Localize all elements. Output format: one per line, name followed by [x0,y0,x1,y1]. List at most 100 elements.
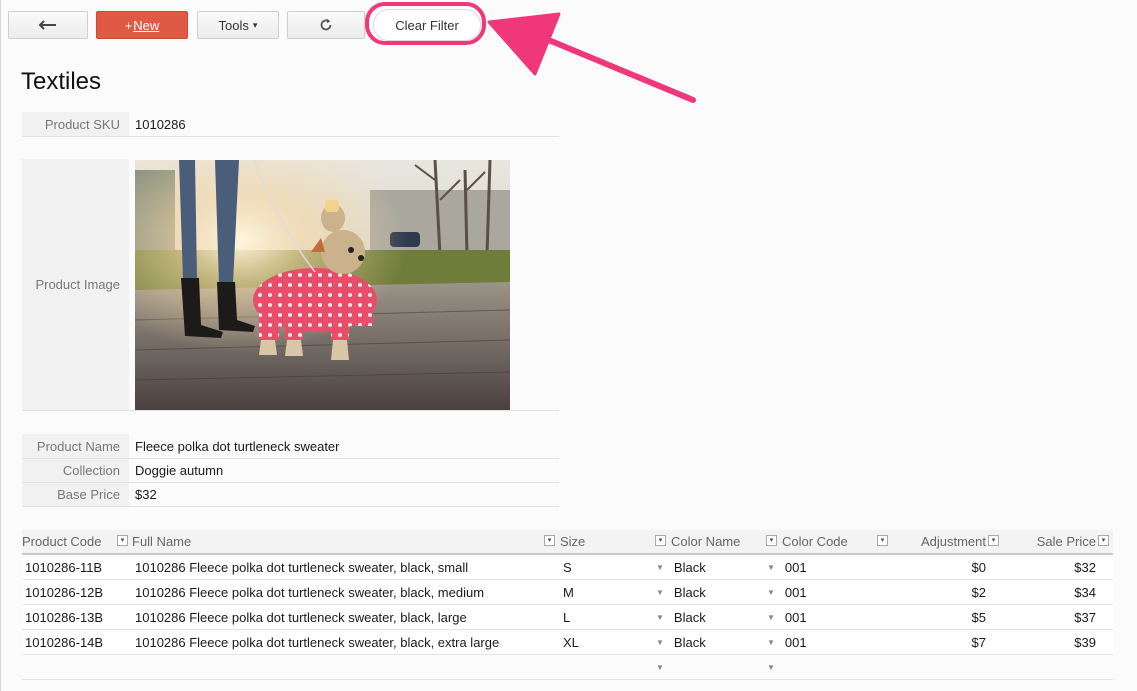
header-full-name[interactable]: Full Name [132,530,191,553]
dropdown-arrow-icon[interactable]: ▼ [767,613,775,622]
cell-size-text: M [563,584,574,600]
dropdown-arrow-icon[interactable]: ▼ [767,563,775,572]
cell-full-name[interactable]: 1010286 Fleece polka dot turtleneck swea… [135,605,467,629]
cell-sale-price[interactable]: $37 [1012,605,1096,629]
cell-product-code-text: 1010286-11B [25,559,103,575]
page-title: Textiles [21,68,102,95]
cell-sale-price[interactable]: $32 [1012,555,1096,579]
cell-color-code[interactable]: ▼ 001 [767,605,807,629]
cell-product-code[interactable]: 1010286-12B [25,580,103,604]
cell-full-name-text: 1010286 Fleece polka dot turtleneck swea… [135,559,469,575]
cell-color-name-text: Black [673,559,706,575]
cell-adjustment[interactable]: $0 [902,555,986,579]
cell-adjustment[interactable]: $7 [902,630,986,654]
tools-menu-button[interactable]: Tools ▾ [197,11,279,39]
cell-full-name-text: 1010286 Fleece polka dot turtleneck swea… [135,609,467,625]
cell-product-code[interactable]: 1010286-13B [25,605,103,629]
new-record-button[interactable]: + New [96,11,188,39]
cell-size[interactable]: S [563,555,572,579]
header-color-name[interactable]: Color Name [671,530,740,553]
column-menu-icon[interactable]: ▾ [1098,535,1109,546]
cell-product-code[interactable]: 1010286-11B [25,555,102,579]
clear-filter-button[interactable]: Clear Filter [373,9,481,41]
cell-color-code[interactable]: ▼ 001 [767,580,807,604]
header-size[interactable]: Size [560,530,585,553]
field-product-image: Product Image [22,159,559,411]
field-value[interactable]: Fleece polka dot turtleneck sweater [135,434,340,458]
dropdown-arrow-icon[interactable]: ▼ [767,663,775,672]
cell-color-name-text: Black [673,634,706,650]
back-button[interactable] [8,11,88,39]
cell-color-code-text: 001 [784,634,807,650]
cell-sale-price[interactable]: $34 [1012,580,1096,604]
cell-color-name[interactable]: ▼ Black [656,580,706,604]
cell-full-name[interactable]: 1010286 Fleece polka dot turtleneck swea… [135,555,468,579]
dropdown-arrow-icon[interactable]: ▼ [656,663,664,672]
dropdown-arrow-icon[interactable]: ▼ [767,638,775,647]
cell-size-text: XL [563,634,579,650]
cell-color-code-text: 001 [784,609,807,625]
field-value[interactable]: Doggie autumn [135,459,223,482]
cell-color-name[interactable]: ▼ Black [656,605,706,629]
field-product-sku: Product SKU 1010286 [22,112,559,137]
header-sale-price[interactable]: Sale Price [1012,530,1096,553]
dropdown-arrow-icon[interactable]: ▼ [656,638,664,647]
cell-sale-price-text: $37 [1074,609,1096,625]
cell-full-name-text: 1010286 Fleece polka dot turtleneck swea… [135,634,500,650]
table-row[interactable]: 1010286-11B 1010286 Fleece polka dot turt… [22,555,1113,580]
table-row[interactable]: 1010286-13B 1010286 Fleece polka dot turt… [22,605,1113,630]
field-product-name: Product Name Fleece polka dot turtleneck… [22,434,559,459]
grid-header: Product Code ▾ Full Name ▾ Size ▾ Color … [22,530,1113,555]
field-value[interactable]: $32 [135,483,157,506]
cell-adjustment[interactable]: $2 [902,580,986,604]
refresh-icon [320,18,332,31]
field-label: Product Image [22,159,129,410]
clear-filter-label: Clear Filter [395,17,459,33]
new-plus: + [124,17,133,33]
dropdown-arrow-icon[interactable]: ▼ [656,563,664,572]
column-menu-icon[interactable]: ▾ [655,535,666,546]
product-image[interactable] [135,160,510,410]
cell-adjustment-text: $7 [971,634,986,650]
field-value[interactable]: 1010286 [135,112,186,136]
cell-full-name[interactable]: 1010286 Fleece polka dot turtleneck swea… [135,580,484,604]
cell-sale-price-text: $39 [1074,634,1096,650]
arrow-left-icon [39,20,56,30]
dropdown-arrow-icon[interactable]: ▼ [656,613,664,622]
header-adjustment[interactable]: Adjustment [902,530,986,553]
cell-sale-price[interactable]: $39 [1012,630,1096,654]
cell-adjustment[interactable]: $5 [902,605,986,629]
cell-color-name[interactable]: ▼ Black [656,555,706,579]
cell-product-code-text: 1010286-13B [25,609,104,625]
column-menu-icon[interactable]: ▾ [988,535,999,546]
column-menu-icon[interactable]: ▾ [877,535,888,546]
cell-size[interactable]: L [563,605,570,629]
header-color-code[interactable]: Color Code [782,530,848,553]
cell-color-code-text: 001 [784,559,807,575]
dropdown-arrow-icon[interactable]: ▼ [656,588,664,597]
column-menu-icon[interactable]: ▾ [117,535,128,546]
refresh-button[interactable] [287,11,365,39]
column-filter-active-icon[interactable]: ▾ [766,535,777,546]
cell-color-code[interactable]: ▼ 001 [767,630,807,654]
table-row[interactable]: 1010286-12B 1010286 Fleece polka dot turt… [22,580,1113,605]
dropdown-arrow-icon[interactable]: ▼ [767,588,775,597]
field-label: Product SKU [22,112,129,136]
header-product-code[interactable]: Product Code [22,530,102,553]
annotation-arrow-icon [487,12,696,103]
cell-adjustment-text: $2 [971,584,986,600]
table-row[interactable]: 1010286-14B 1010286 Fleece polka dot turt… [22,630,1113,655]
cell-color-code[interactable]: ▼ 001 [767,555,807,579]
record-page: + New Tools ▾ Clear Filter Textiles Produ… [0,0,1137,691]
cell-size[interactable]: XL [563,630,579,654]
cell-product-code[interactable]: 1010286-14B [25,630,103,654]
cell-size[interactable]: M [563,580,574,604]
column-menu-icon[interactable]: ▾ [544,535,555,546]
cell-color-name[interactable]: ▼ Black [656,630,706,654]
cell-color-name-text: Black [673,609,706,625]
field-collection: Collection Doggie autumn [22,459,559,483]
grid-new-row[interactable]: ▼ ▼ [22,655,1113,680]
cell-full-name[interactable]: 1010286 Fleece polka dot turtleneck swea… [135,630,499,654]
cell-sale-price-text: $32 [1074,559,1096,575]
cell-color-code-text: 001 [784,584,807,600]
